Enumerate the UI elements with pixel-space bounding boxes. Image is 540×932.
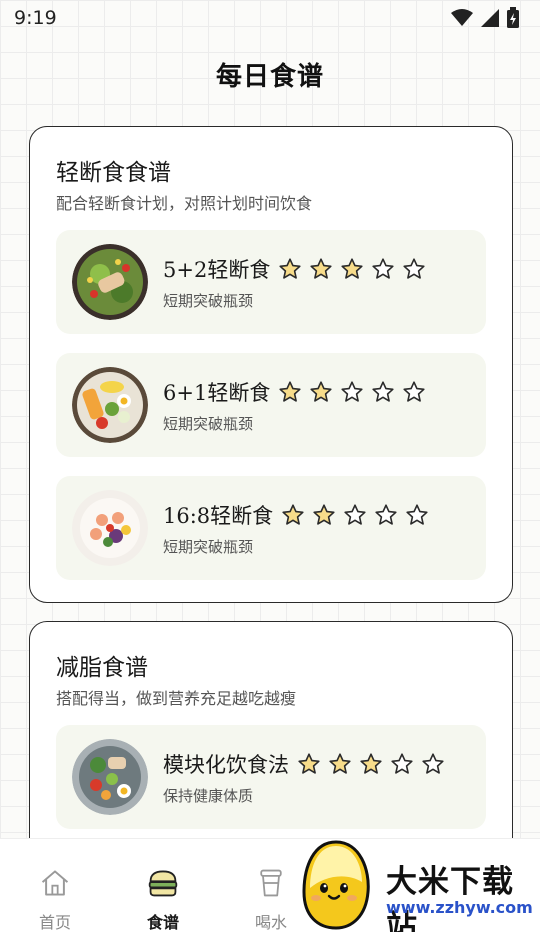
- star-filled-icon: [310, 381, 332, 402]
- star-filled-icon: [298, 753, 320, 774]
- star-filled-icon: [341, 258, 363, 279]
- star-filled-icon: [282, 504, 304, 525]
- star-empty-icon: [344, 504, 366, 525]
- section-title: 轻断食食谱: [56, 160, 171, 186]
- watermark-url: www.zzhyw.com: [386, 898, 533, 917]
- rating-stars: [281, 503, 429, 527]
- star-empty-icon: [391, 753, 413, 774]
- recipe-title-row: 16:8轻断食: [163, 500, 429, 530]
- cobb-salad-bowl-image: [72, 739, 148, 815]
- star-empty-icon: [403, 381, 425, 402]
- recipe-description: 短期突破瓶颈: [163, 538, 254, 556]
- recipe-title-row: 5+2轻断食: [163, 254, 426, 284]
- star-empty-icon: [422, 753, 444, 774]
- recipe-name: 5+2轻断食: [163, 258, 271, 282]
- star-empty-icon: [341, 381, 363, 402]
- signal-icon: [481, 9, 499, 27]
- rating-stars: [278, 380, 426, 404]
- wifi-icon: [451, 9, 473, 26]
- star-filled-icon: [310, 258, 332, 279]
- recipe-title-row: 6+1轻断食: [163, 377, 426, 407]
- recipe-name: 6+1轻断食: [163, 381, 271, 405]
- star-filled-icon: [279, 381, 301, 402]
- star-empty-icon: [372, 381, 394, 402]
- home-icon: [41, 870, 69, 896]
- rating-stars: [278, 257, 426, 281]
- status-icons: [450, 7, 520, 29]
- recipe-name: 16:8轻断食: [163, 504, 274, 528]
- recipe-item-5-2[interactable]: 5+2轻断食 短期突破瓶颈: [56, 230, 486, 334]
- recipe-description: 保持健康体质: [163, 787, 254, 805]
- nav-item-recipes[interactable]: 食谱: [108, 839, 218, 932]
- watermark-logo: [302, 840, 370, 930]
- section-title: 减脂食谱: [56, 655, 148, 681]
- recipe-description: 短期突破瓶颈: [163, 415, 254, 433]
- watermark-text: 大米下载站: [386, 864, 514, 932]
- chicken-salad-bowl-image: [72, 244, 148, 320]
- recipe-item-16-8[interactable]: 16:8轻断食 短期突破瓶颈: [56, 476, 486, 580]
- star-empty-icon: [375, 504, 397, 525]
- recipe-name: 模块化饮食法: [163, 753, 289, 777]
- nav-label: 食谱: [146, 913, 179, 932]
- shrimp-salad-bowl-image: [72, 490, 148, 566]
- cup-icon: [260, 869, 282, 897]
- star-filled-icon: [329, 753, 351, 774]
- rating-stars: [297, 752, 445, 776]
- recipe-item-modular[interactable]: 模块化饮食法 保持健康体质: [56, 725, 486, 829]
- burger-icon: [148, 870, 178, 897]
- battery-icon: [507, 7, 519, 28]
- star-empty-icon: [406, 504, 428, 525]
- star-empty-icon: [372, 258, 394, 279]
- page-title: 每日食谱: [215, 62, 324, 92]
- nav-label: 首页: [38, 913, 71, 932]
- status-time: 9:19: [14, 7, 57, 29]
- watermark: 大米下载站 www.zzhyw.com: [296, 836, 540, 932]
- star-filled-icon: [313, 504, 335, 525]
- section-card-fasting: 轻断食食谱 配合轻断食计划，对照计划时间饮食 5+2轻断食 短期突破瓶颈 6+1…: [29, 126, 513, 603]
- nav-item-home[interactable]: 首页: [0, 839, 110, 932]
- nav-label: 喝水: [254, 913, 287, 932]
- status-bar: 9:19: [0, 0, 540, 36]
- section-subtitle: 搭配得当，做到营养充足越吃越瘦: [56, 689, 297, 708]
- recipe-item-6-1[interactable]: 6+1轻断食 短期突破瓶颈: [56, 353, 486, 457]
- section-subtitle: 配合轻断食计划，对照计划时间饮食: [56, 194, 313, 213]
- star-filled-icon: [360, 753, 382, 774]
- star-filled-icon: [279, 258, 301, 279]
- star-empty-icon: [403, 258, 425, 279]
- recipe-title-row: 模块化饮食法: [163, 749, 445, 779]
- egg-veggie-bowl-image: [72, 367, 148, 443]
- recipe-description: 短期突破瓶颈: [163, 292, 254, 310]
